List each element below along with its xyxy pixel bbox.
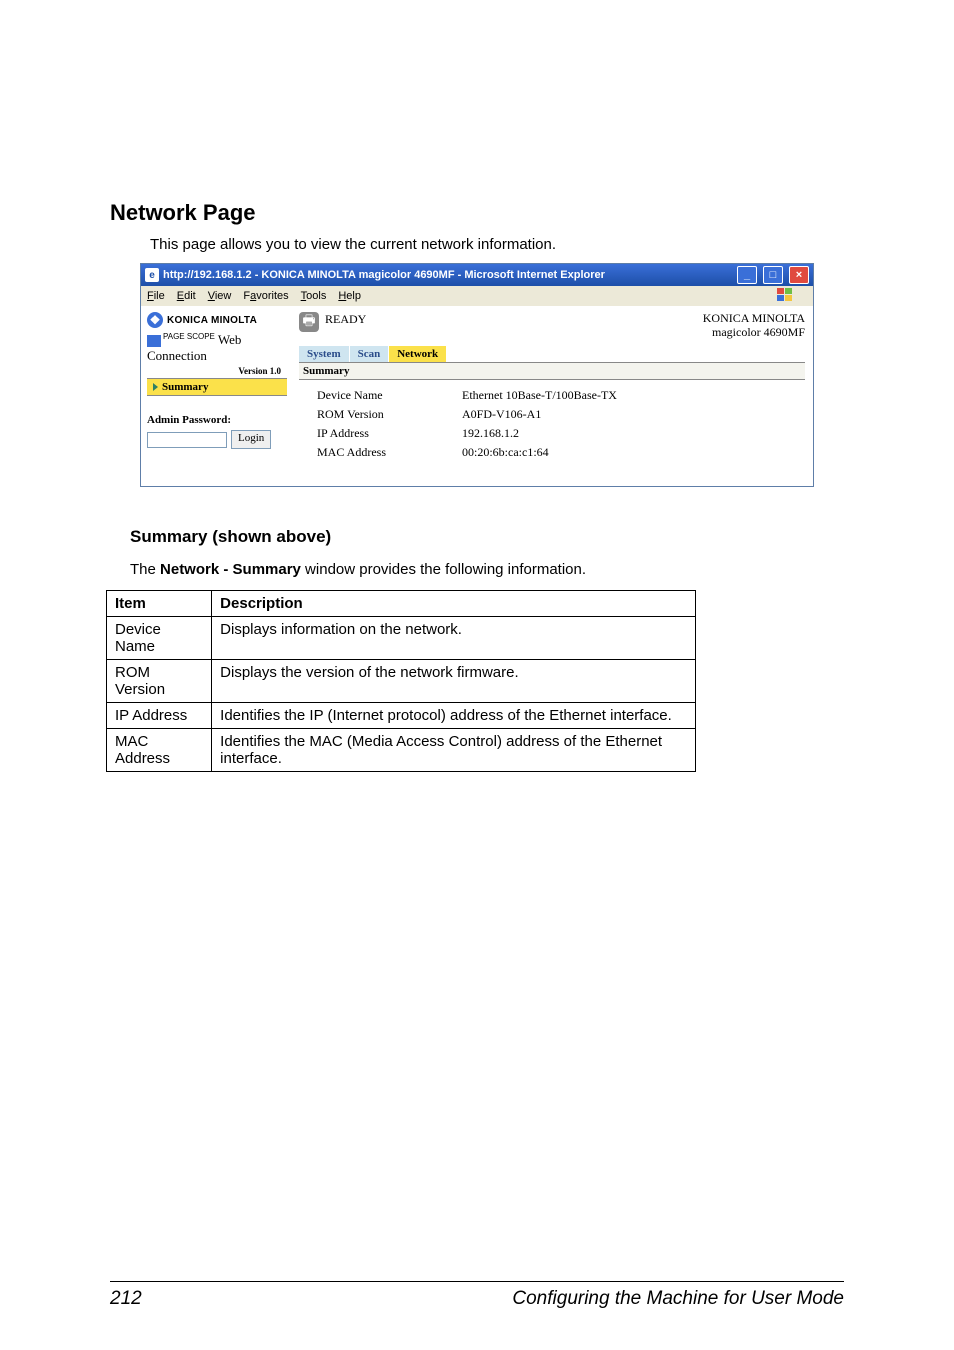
windows-logo-icon [777, 288, 795, 304]
close-button[interactable]: × [789, 266, 809, 284]
printer-icon: 🖶 [299, 312, 319, 332]
browser-window: e http://192.168.1.2 - KONICA MINOLTA ma… [140, 263, 814, 487]
tabs: System Scan Network [299, 346, 805, 362]
menu-view[interactable]: View [208, 290, 232, 302]
col-header-item: Item [107, 590, 212, 616]
window-titlebar: e http://192.168.1.2 - KONICA MINOLTA ma… [141, 264, 813, 286]
window-title: http://192.168.1.2 - KONICA MINOLTA magi… [163, 269, 605, 281]
row-mac-address: MAC Address 00:20:6b:ca:c1:64 [299, 443, 623, 462]
table-row: IP Address Identifies the IP (Internet p… [107, 702, 696, 728]
page-footer: 212 Configuring the Machine for User Mod… [110, 1281, 844, 1310]
row-ip-address: IP Address 192.168.1.2 [299, 424, 623, 443]
menu-favorites[interactable]: Favorites [243, 290, 288, 302]
footer-label: Configuring the Machine for User Mode [512, 1288, 844, 1310]
main-panel: 🖶 READY KONICA MINOLTA magicolor 4690MF … [291, 306, 813, 486]
row-device-name: Device Name Ethernet 10Base-T/100Base-TX [299, 386, 623, 405]
tab-scan[interactable]: Scan [350, 346, 389, 362]
menu-tools[interactable]: Tools [301, 290, 327, 302]
minimize-button[interactable]: _ [737, 266, 757, 284]
menu-edit[interactable]: Edit [177, 290, 196, 302]
brand-name: KONICA MINOLTA [167, 315, 257, 326]
pagescope-label: PAGE SCOPE Web Connection [147, 332, 287, 364]
menu-help[interactable]: Help [338, 290, 361, 302]
tab-network[interactable]: Network [389, 346, 446, 362]
version-label: Version 1.0 [147, 366, 287, 376]
table-row: MAC Address Identifies the MAC (Media Ac… [107, 728, 696, 771]
menu-bar: File Edit View Favorites Tools Help [141, 286, 813, 306]
row-rom-version: ROM Version A0FD-V106-A1 [299, 405, 623, 424]
section-heading: Summary [299, 362, 805, 380]
tab-system[interactable]: System [299, 346, 349, 362]
ie-icon: e [145, 268, 159, 282]
model-label: KONICA MINOLTA magicolor 4690MF [703, 312, 805, 340]
description-table: Item Description Device Name Displays in… [106, 590, 696, 772]
brand-dot-icon: ❖ [147, 312, 163, 328]
page-heading: Network Page [110, 200, 844, 226]
pagescope-icon [147, 335, 161, 347]
subsection-intro: The Network - Summary window provides th… [110, 561, 844, 578]
table-row: Device Name Displays information on the … [107, 616, 696, 659]
col-header-description: Description [212, 590, 696, 616]
admin-password-input[interactable] [147, 432, 227, 448]
brand-row: ❖ KONICA MINOLTA [147, 312, 287, 328]
triangle-icon [153, 383, 158, 391]
page-number: 212 [110, 1288, 142, 1310]
sidebar-item-summary[interactable]: Summary [147, 378, 287, 396]
network-info-table: Device Name Ethernet 10Base-T/100Base-TX… [299, 386, 623, 462]
sidebar: ❖ KONICA MINOLTA PAGE SCOPE Web Connecti… [141, 306, 291, 486]
page-intro: This page allows you to view the current… [110, 236, 844, 253]
table-row: ROM Version Displays the version of the … [107, 659, 696, 702]
subsection-title: Summary (shown above) [110, 527, 844, 547]
admin-password-label: Admin Password: [147, 414, 287, 426]
login-button[interactable]: Login [231, 430, 271, 449]
status-text: READY [325, 312, 366, 327]
maximize-button[interactable]: □ [763, 266, 783, 284]
menu-file[interactable]: File [147, 290, 165, 302]
